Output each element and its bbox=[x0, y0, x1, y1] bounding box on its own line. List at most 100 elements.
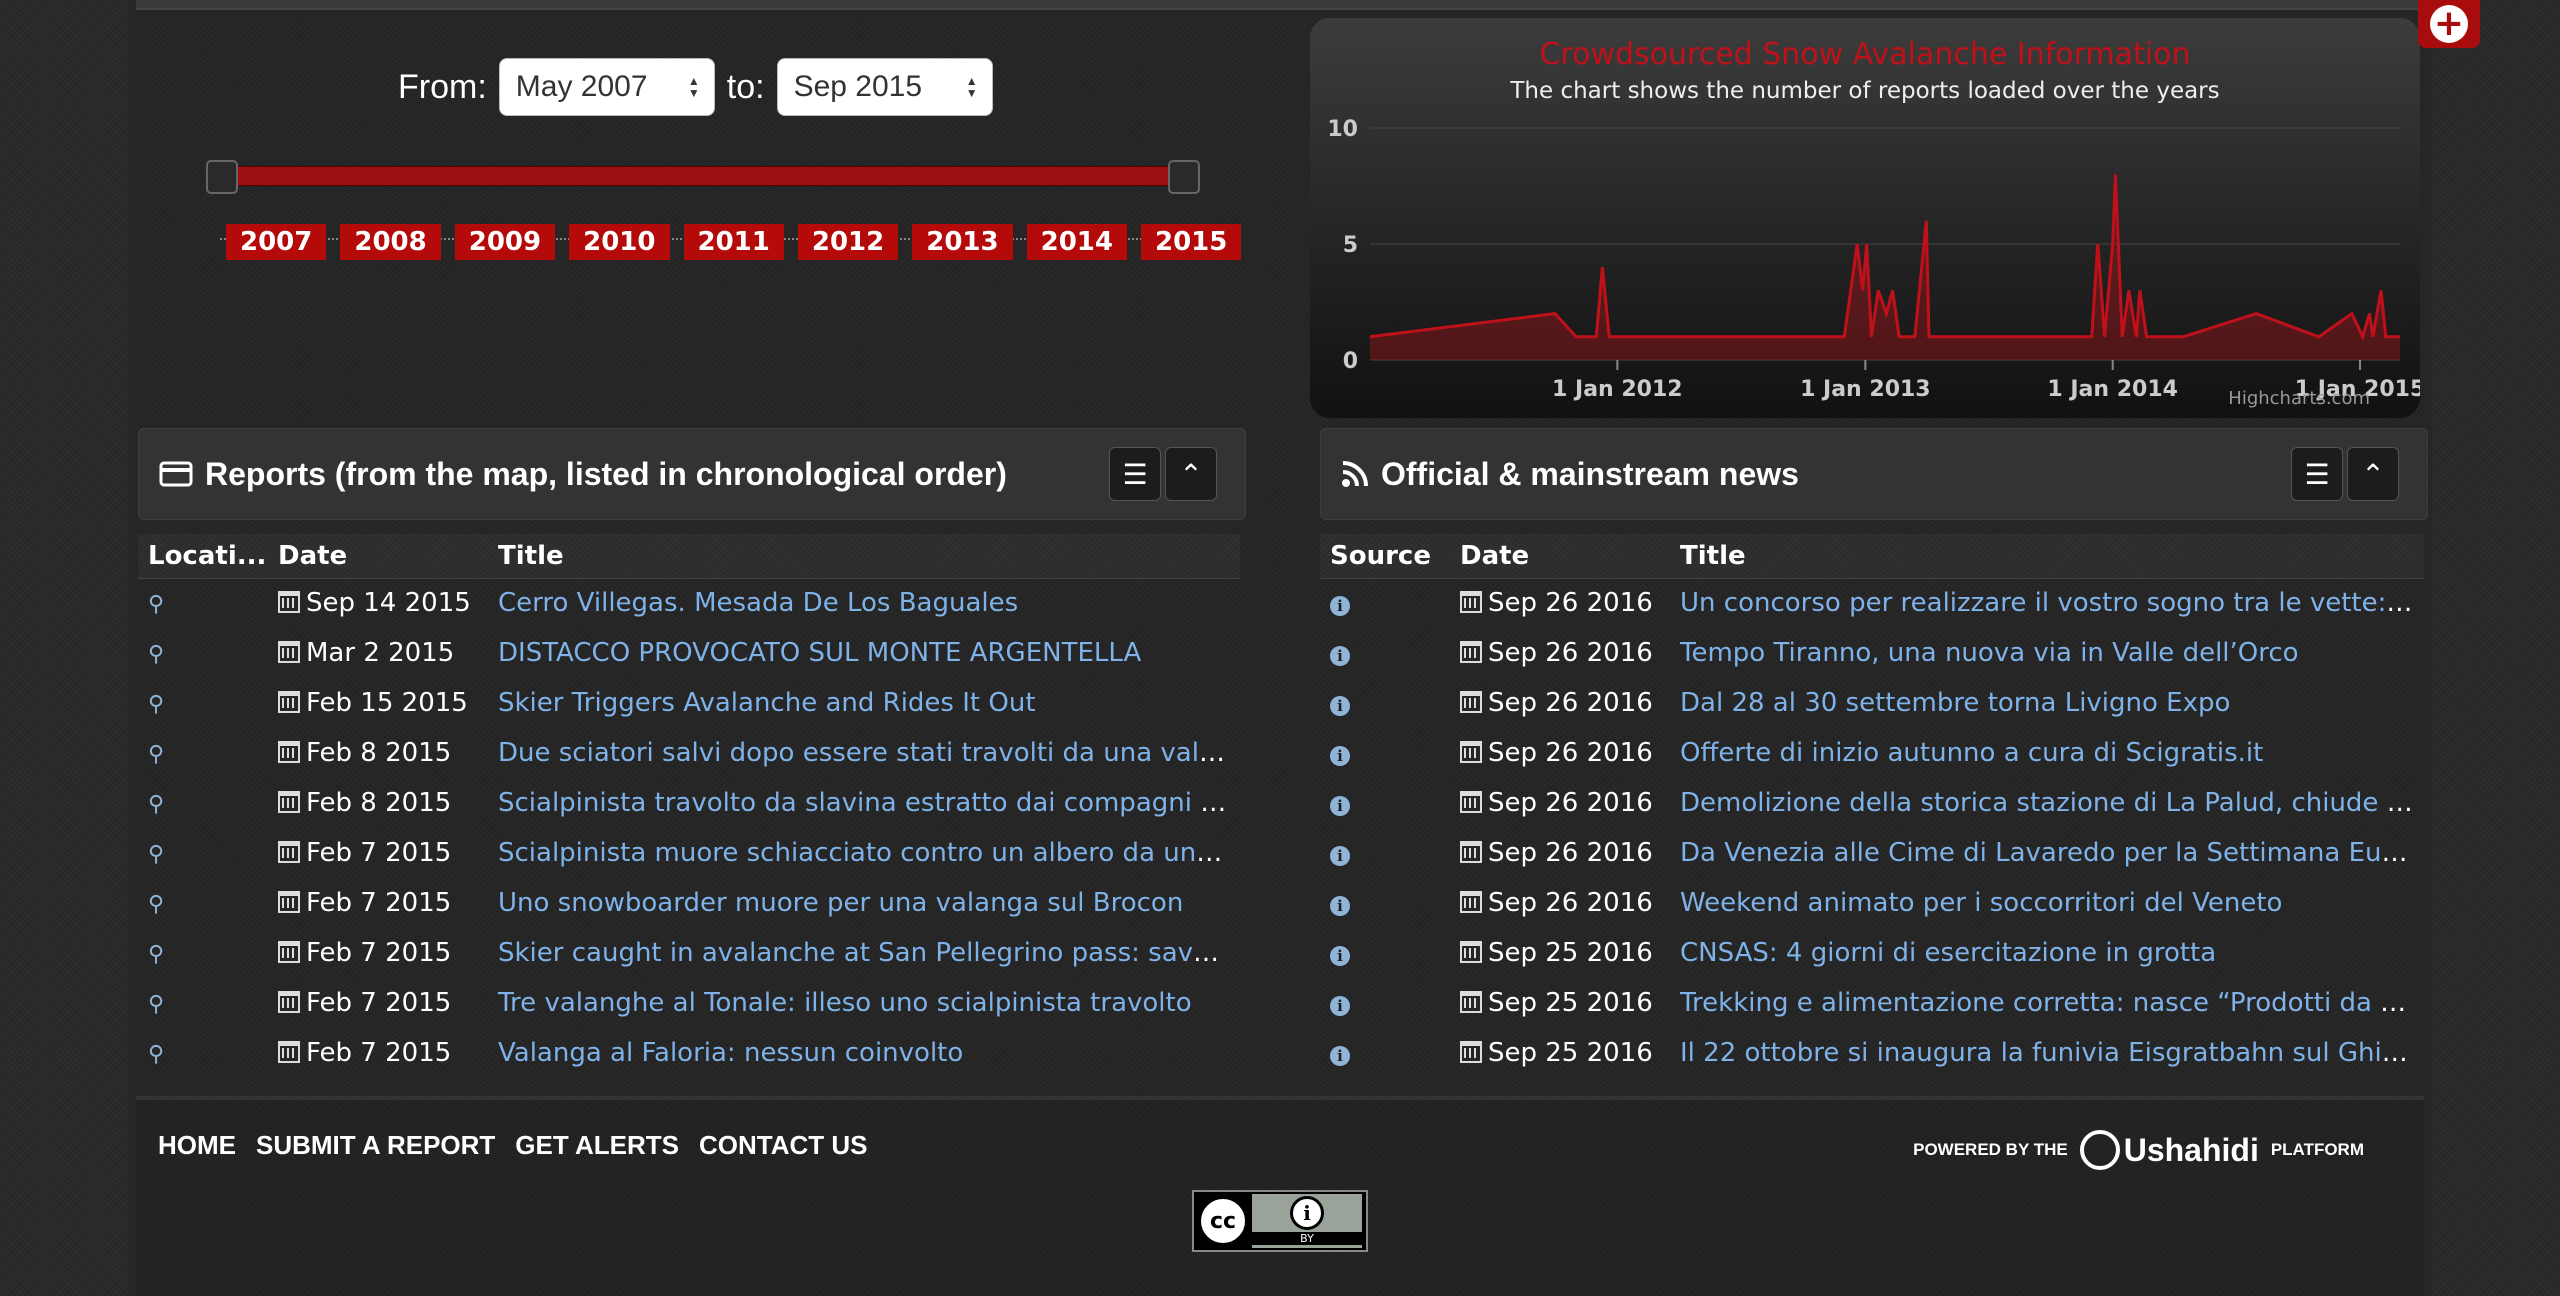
row-title-link[interactable]: Valanga al Faloria: nessun coinvolto bbox=[498, 1038, 963, 1068]
collapse-button[interactable]: ⌃ bbox=[1165, 447, 1217, 501]
table-row: i Sep 25 2016 Il 22 ottobre si inaugura la… bbox=[1320, 1028, 2424, 1078]
row-title-link[interactable]: Skier caught in avalanche at San Pellegr… bbox=[498, 938, 1240, 968]
year-label[interactable]: 2012 bbox=[797, 224, 899, 260]
footer-link-home[interactable]: HOME bbox=[158, 1130, 236, 1161]
map-pin-icon[interactable]: ⚲ bbox=[148, 992, 164, 1017]
year-label[interactable]: 2011 bbox=[683, 224, 784, 260]
info-icon[interactable]: i bbox=[1330, 746, 1350, 766]
row-title-link[interactable]: Un concorso per realizzare il vostro sog… bbox=[1680, 588, 2424, 618]
table-row: ⚲ Sep 14 2015 Cerro Villegas. Mesada De Lo… bbox=[138, 578, 1240, 628]
info-icon[interactable]: i bbox=[1330, 796, 1350, 816]
column-header[interactable]: Title bbox=[1670, 534, 2424, 579]
cc-by-block: i BY bbox=[1252, 1194, 1362, 1248]
info-icon[interactable]: i bbox=[1330, 646, 1350, 666]
map-pin-icon[interactable]: ⚲ bbox=[148, 642, 164, 667]
column-header[interactable]: Locati... bbox=[138, 534, 268, 579]
news-panel-header: Official & mainstream news ☰ ⌃ bbox=[1320, 428, 2428, 520]
year-label[interactable]: 2015 bbox=[1141, 224, 1242, 260]
info-icon[interactable]: i bbox=[1330, 846, 1350, 866]
row-title-link[interactable]: CNSAS: 4 giorni di esercitazione in grot… bbox=[1680, 938, 2216, 968]
row-title-link[interactable]: Due sciatori salvi dopo essere stati tra… bbox=[498, 738, 1240, 768]
footer-link-contact-us[interactable]: CONTACT US bbox=[699, 1130, 868, 1161]
expand-button[interactable]: + bbox=[2418, 0, 2480, 48]
map-pin-icon[interactable]: ⚲ bbox=[148, 842, 164, 867]
row-title-link[interactable]: DISTACCO PROVOCATO SUL MONTE ARGENTELLA bbox=[498, 638, 1141, 668]
map-pin-icon[interactable]: ⚲ bbox=[148, 1042, 164, 1067]
row-title-link[interactable]: Dal 28 al 30 settembre torna Livigno Exp… bbox=[1680, 688, 2230, 718]
row-date-cell: Feb 15 2015 bbox=[268, 678, 488, 728]
row-date: Feb 8 2015 bbox=[306, 788, 452, 818]
footer-link-submit-report[interactable]: SUBMIT A REPORT bbox=[256, 1130, 495, 1161]
top-bar bbox=[136, 0, 2424, 10]
row-title-link[interactable]: Scialpinista travolto da slavina estratt… bbox=[498, 788, 1240, 818]
row-title-link[interactable]: Scialpinista muore schiacciato contro un… bbox=[498, 838, 1240, 868]
row-title-link[interactable]: Uno snowboarder muore per una valanga su… bbox=[498, 888, 1183, 918]
map-pin-icon[interactable]: ⚲ bbox=[148, 792, 164, 817]
info-icon[interactable]: i bbox=[1330, 1046, 1350, 1066]
menu-button[interactable]: ☰ bbox=[2291, 447, 2343, 501]
row-icon-cell: ⚲ bbox=[138, 878, 268, 928]
reports-panel-title: Reports (from the map, listed in chronol… bbox=[205, 455, 1007, 492]
slider-start-handle[interactable] bbox=[206, 160, 238, 194]
row-title-link[interactable]: Skier Triggers Avalanche and Rides It Ou… bbox=[498, 688, 1036, 718]
to-select[interactable]: Sep 2015 ▲ ▼ bbox=[776, 58, 993, 116]
column-header[interactable]: Title bbox=[488, 534, 1240, 579]
collapse-button[interactable]: ⌃ bbox=[2347, 447, 2399, 501]
menu-button[interactable]: ☰ bbox=[1109, 447, 1161, 501]
row-title-link[interactable]: Cerro Villegas. Mesada De Los Baguales bbox=[498, 588, 1018, 618]
info-icon[interactable]: i bbox=[1330, 896, 1350, 916]
year-label[interactable]: 2009 bbox=[454, 224, 556, 260]
calendar-icon bbox=[1460, 741, 1482, 763]
column-header[interactable]: Date bbox=[268, 534, 488, 579]
info-icon[interactable]: i bbox=[1330, 946, 1350, 966]
row-title-link[interactable]: Tre valanghe al Tonale: illeso uno scial… bbox=[498, 988, 1192, 1018]
creative-commons-badge[interactable]: cc i BY bbox=[1192, 1190, 1368, 1252]
row-date: Sep 26 2016 bbox=[1488, 888, 1653, 918]
news-panel-buttons: ☰ ⌃ bbox=[2291, 447, 2399, 501]
slider-end-handle[interactable] bbox=[1168, 160, 1200, 194]
column-header[interactable]: Date bbox=[1450, 534, 1670, 579]
row-title-link[interactable]: Da Venezia alle Cime di Lavaredo per la … bbox=[1680, 838, 2424, 868]
year-label[interactable]: 2007 bbox=[226, 224, 327, 260]
chevron-up-icon: ⌃ bbox=[2361, 457, 2385, 491]
row-date-cell: Sep 26 2016 bbox=[1450, 878, 1670, 928]
range-slider-track[interactable] bbox=[220, 166, 1180, 186]
calendar-icon bbox=[1460, 1041, 1482, 1063]
year-label[interactable]: 2013 bbox=[912, 224, 1013, 260]
from-label: From: bbox=[398, 67, 487, 106]
map-pin-icon[interactable]: ⚲ bbox=[148, 592, 164, 617]
map-pin-icon[interactable]: ⚲ bbox=[148, 942, 164, 967]
cc-icon: cc bbox=[1198, 1196, 1248, 1246]
row-title-link[interactable]: Weekend animato per i soccorritori del V… bbox=[1680, 888, 2282, 918]
row-date: Sep 26 2016 bbox=[1488, 788, 1653, 818]
table-row: i Sep 26 2016 Dal 28 al 30 settembre torna… bbox=[1320, 678, 2424, 728]
row-title-link[interactable]: Offerte di inizio autunno a cura di Scig… bbox=[1680, 738, 2263, 768]
map-pin-icon[interactable]: ⚲ bbox=[148, 892, 164, 917]
row-title-cell: Skier Triggers Avalanche and Rides It Ou… bbox=[488, 678, 1240, 728]
map-pin-icon[interactable]: ⚲ bbox=[148, 742, 164, 767]
row-date: Feb 15 2015 bbox=[306, 688, 468, 718]
map-pin-icon[interactable]: ⚲ bbox=[148, 692, 164, 717]
info-icon[interactable]: i bbox=[1330, 996, 1350, 1016]
from-select[interactable]: May 2007 ▲ ▼ bbox=[498, 58, 715, 116]
x-tick-label: 1 Jan 2012 bbox=[1552, 377, 1683, 402]
column-header[interactable]: Source bbox=[1320, 534, 1450, 579]
info-icon[interactable]: i bbox=[1330, 596, 1350, 617]
footer-link-get-alerts[interactable]: GET ALERTS bbox=[515, 1130, 679, 1161]
row-title-link[interactable]: Trekking e alimentazione corretta: nasce… bbox=[1680, 988, 2424, 1018]
calendar-icon bbox=[278, 641, 300, 663]
attribution-icon: i bbox=[1290, 1196, 1324, 1230]
info-icon[interactable]: i bbox=[1330, 696, 1350, 716]
row-icon-cell: ⚲ bbox=[138, 628, 268, 678]
row-date: Feb 7 2015 bbox=[306, 938, 452, 968]
row-title-link[interactable]: Demolizione della storica stazione di La… bbox=[1680, 788, 2424, 818]
year-label[interactable]: 2010 bbox=[569, 224, 670, 260]
table-row: i Sep 25 2016 Trekking e alimentazione cor… bbox=[1320, 978, 2424, 1028]
row-title-cell: Skier caught in avalanche at San Pellegr… bbox=[488, 928, 1240, 978]
row-title-link[interactable]: Il 22 ottobre si inaugura la funivia Eis… bbox=[1680, 1038, 2424, 1068]
row-date: Feb 7 2015 bbox=[306, 988, 452, 1018]
year-label[interactable]: 2014 bbox=[1026, 224, 1127, 260]
powered-by[interactable]: POWERED BY THE Ushahidi PLATFORM bbox=[1913, 1130, 2364, 1170]
year-label[interactable]: 2008 bbox=[340, 224, 441, 260]
row-title-link[interactable]: Tempo Tiranno, una nuova via in Valle de… bbox=[1680, 638, 2299, 668]
